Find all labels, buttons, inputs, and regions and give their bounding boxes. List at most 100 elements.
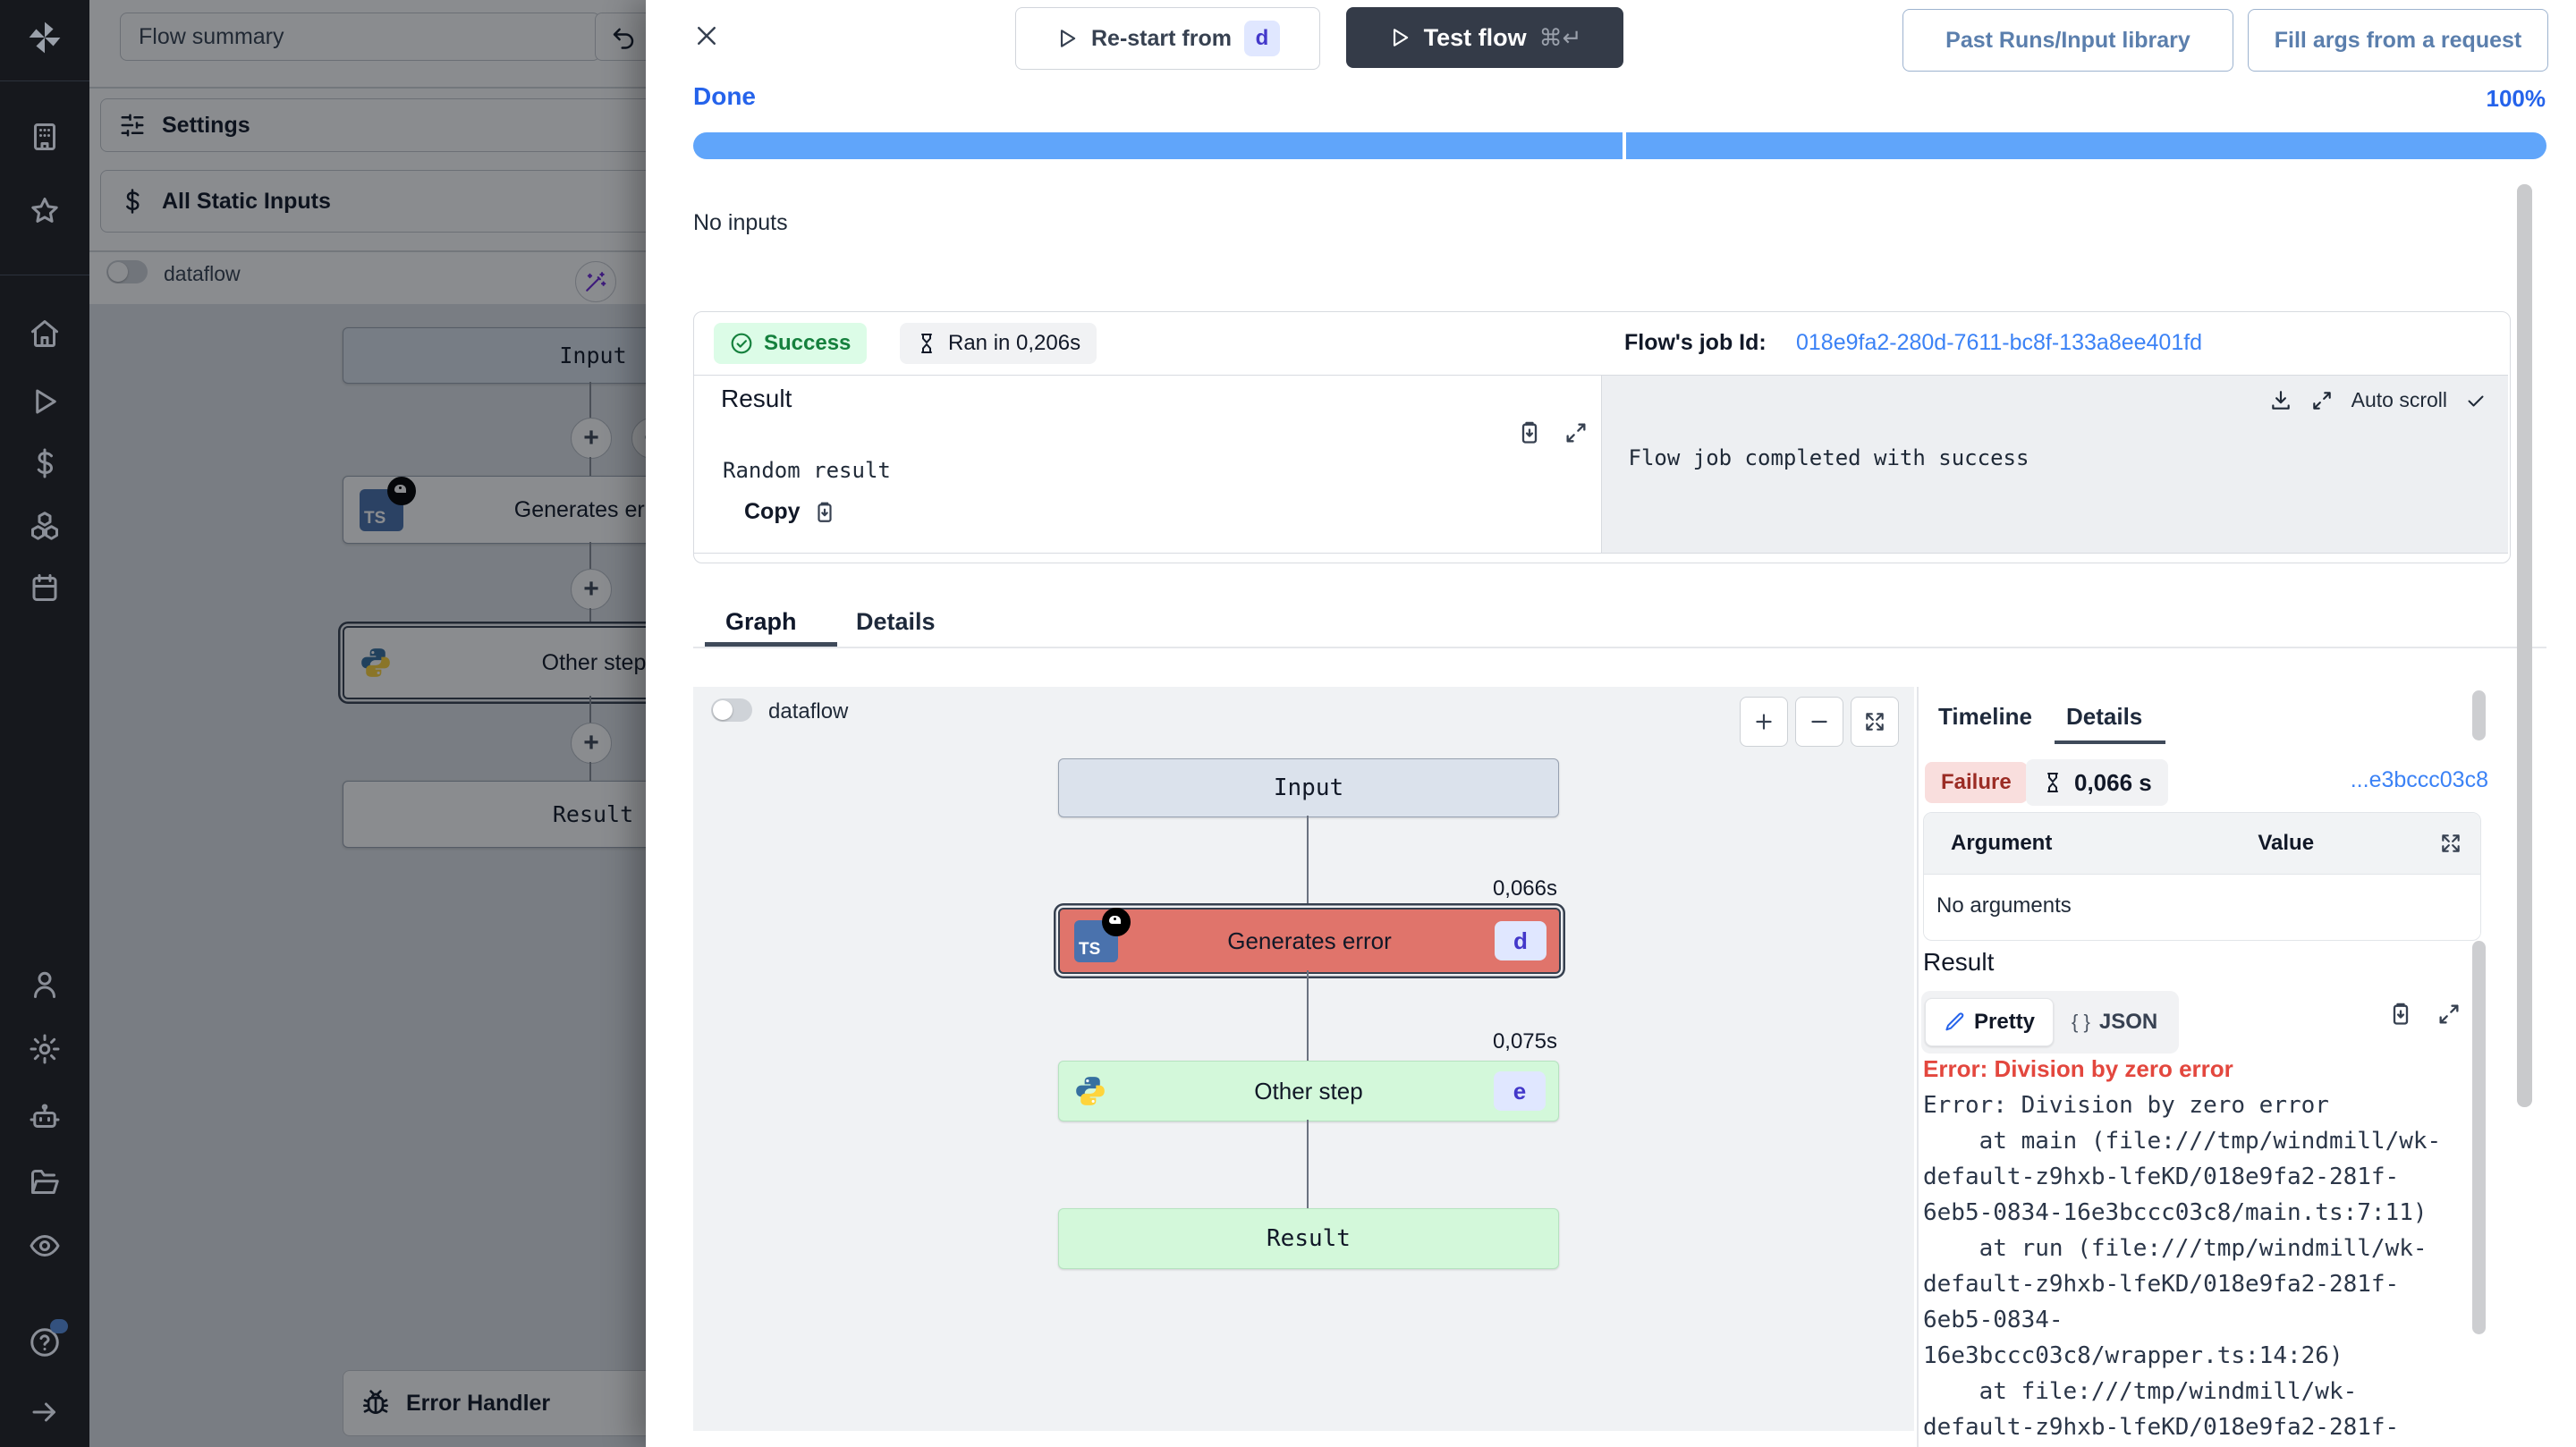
column-argument: Argument [1951,831,2052,856]
step-duration-label: 0,066s [1493,876,1557,901]
job-id-label: Flow's job Id: [1624,330,1767,356]
tabs-divider [693,647,2546,648]
hourglass-icon [2042,772,2063,793]
braces-icon: { } [2072,1011,2090,1034]
step-duration-badge: 0,066 s [2026,759,2168,806]
fit-view-button[interactable] [1851,697,1899,747]
arguments-table: Argument Value No arguments [1923,812,2481,941]
restart-from-label: Re-start from [1091,26,1232,52]
tab-step-details[interactable]: Details [2066,703,2142,731]
drawer-scrollbar-thumb[interactable] [2517,184,2532,1107]
sidebar-collapse-arrow-icon[interactable] [29,1396,61,1428]
tab-details-active-underline [2055,740,2165,744]
modal-backdrop-overlay[interactable] [89,0,646,1447]
pretty-view-button[interactable]: Pretty [1925,998,2054,1046]
pen-icon [1944,1011,1965,1033]
graph-node-other-step[interactable]: Other step e [1058,1061,1559,1121]
sidebar-item-users-icon[interactable] [29,969,61,1001]
sidebar-item-schedules-calendar-icon[interactable] [29,571,61,604]
node-label: Input [1274,774,1343,801]
copy-result-button[interactable]: Copy [744,499,836,525]
restart-step-keycap: d [1244,21,1280,56]
help-icon[interactable] [29,1326,61,1358]
json-label: JSON [2099,1010,2157,1035]
check-icon[interactable] [2465,390,2487,411]
graph-node-result[interactable]: Result [1058,1208,1559,1269]
result-pane: Result Random result Copy [694,376,1601,553]
graph-dataflow-toggle[interactable] [711,698,752,722]
toggle-knob [713,700,733,720]
job-result-card: Success Ran in 0,206s Flow's job Id: 018… [693,311,2511,563]
no-arguments-label: No arguments [1936,893,2072,918]
past-runs-button[interactable]: Past Runs/Input library [1902,9,2233,72]
auto-scroll-label: Auto scroll [2351,388,2447,412]
check-circle-icon [730,332,753,355]
zoom-out-button[interactable] [1795,697,1843,747]
sidebar-item-favorites-star-icon[interactable] [29,195,61,227]
result-scrollbar-thumb[interactable] [2472,941,2486,1334]
step-keycap: d [1495,921,1546,960]
log-pane-actions: Auto scroll [2269,388,2487,412]
restart-from-button[interactable]: Re-start from d [1015,7,1320,70]
play-icon [1055,27,1079,50]
close-icon [693,22,720,49]
result-view-toggle: Pretty { } JSON [1921,991,2179,1054]
expand-icon[interactable] [1563,420,1589,445]
tab-timeline[interactable]: Timeline [1938,703,2032,731]
clipboard-copy-icon[interactable] [1517,420,1542,445]
windmill-logo-icon[interactable] [25,18,64,57]
sidebar-item-home-icon[interactable] [29,317,61,350]
sidebar-item-runs-play-icon[interactable] [29,385,61,418]
sidebar-item-variables-dollar-icon[interactable] [29,447,61,479]
sidebar-item-workspace-icon[interactable] [29,121,61,153]
column-value: Value [2258,831,2314,856]
test-flow-label: Test flow [1424,24,1527,52]
test-flow-drawer: Re-start from d Test flow ⌘↵ Past Runs/I… [646,0,2576,1447]
graph-edge [1307,816,1309,908]
step-duration-label: 0,075s [1493,1029,1557,1054]
sidebar-item-folders-icon[interactable] [29,1167,61,1199]
tab-details[interactable]: Details [856,608,936,636]
typescript-icon: TS [1074,920,1118,962]
no-inputs-label: No inputs [693,210,788,236]
zoom-in-button[interactable] [1740,697,1788,747]
sidebar-item-workers-robot-icon[interactable] [29,1101,61,1133]
expand-icon[interactable] [2310,389,2334,412]
error-stack-trace: Error: Division by zero error at main (f… [1923,1087,2478,1447]
test-flow-shortcut: ⌘↵ [1539,24,1582,52]
expand-icon[interactable] [2439,832,2462,855]
json-view-button[interactable]: { } JSON [2054,999,2175,1045]
error-title: Error: Division by zero error [1923,1055,2233,1083]
fill-args-button[interactable]: Fill args from a request [2248,9,2548,72]
sidebar-item-settings-gear-icon[interactable] [29,1033,61,1065]
step-keycap: e [1494,1071,1546,1111]
close-drawer-button[interactable] [691,20,723,52]
sidebar-item-resources-cubes-icon[interactable] [29,510,61,542]
python-icon [1073,1074,1107,1108]
clipboard-copy-icon[interactable] [2388,1002,2413,1027]
copy-label: Copy [744,499,801,525]
node-label: Other step [1254,1078,1362,1105]
hourglass-icon [916,333,937,354]
sidebar-item-audit-eye-icon[interactable] [29,1230,61,1262]
graph-dataflow-label: dataflow [768,699,848,724]
test-flow-button[interactable]: Test flow ⌘↵ [1346,7,1623,68]
graph-node-input[interactable]: Input [1058,758,1559,817]
plus-icon [1752,710,1775,733]
download-icon[interactable] [2269,389,2292,412]
graph-node-generates-error[interactable]: TS Generates error d [1058,908,1561,974]
pretty-label: Pretty [1974,1010,2035,1035]
clipboard-copy-icon [813,501,836,524]
expand-icon[interactable] [2436,1002,2462,1027]
result-value: Random result [723,458,891,483]
tab-graph[interactable]: Graph [725,608,797,636]
step-job-id-link[interactable]: ...e3bccc03c8 [2351,767,2488,793]
past-runs-label: Past Runs/Input library [1945,28,2190,54]
node-label: Result [1267,1225,1351,1252]
play-icon [1388,26,1411,49]
flow-run-graph: dataflow Input 0,066s TS Generates error… [693,687,1914,1431]
node-label: Generates error [1227,927,1392,955]
failure-badge: Failure [1925,762,2028,803]
job-id-link[interactable]: 018e9fa2-280d-7611-bc8f-133a8ee401fd [1796,330,2202,356]
details-scrollbar-thumb[interactable] [2472,690,2486,740]
